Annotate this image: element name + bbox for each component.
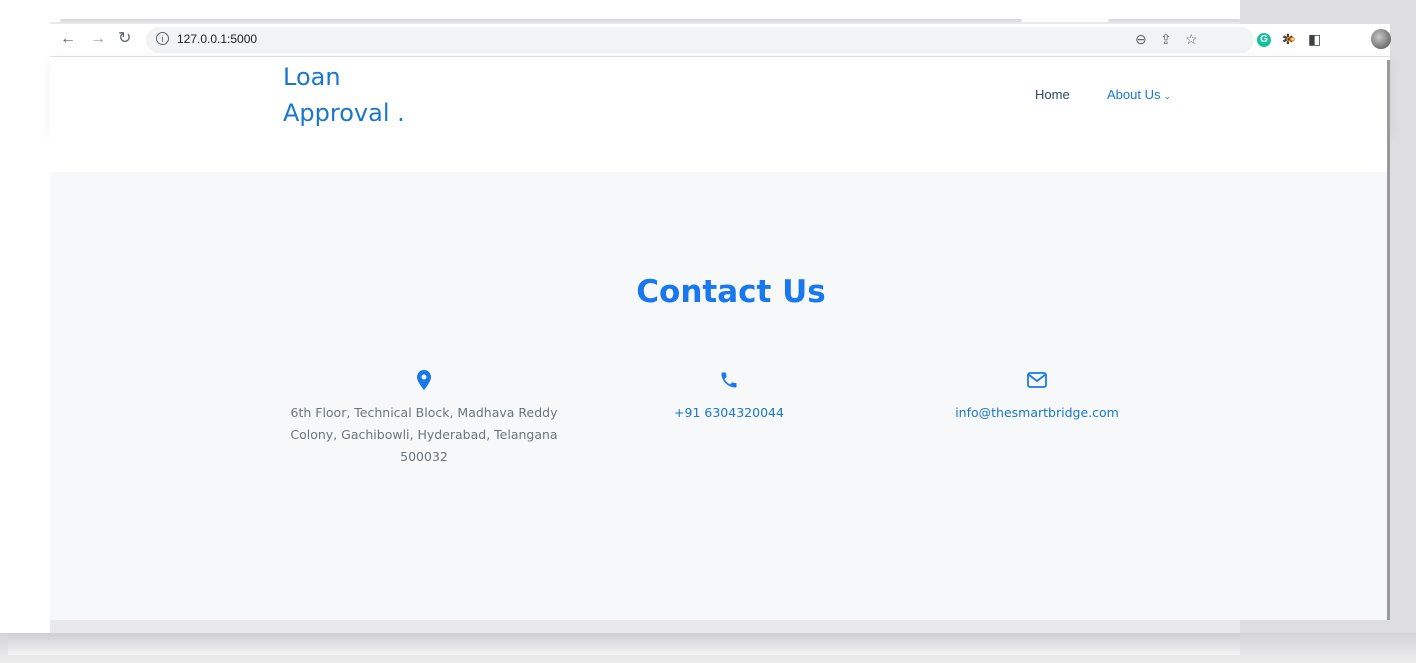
email-block: info@thesmartbridge.com bbox=[897, 368, 1177, 424]
reload-icon[interactable]: ↻ bbox=[118, 28, 131, 50]
phone-block: +91 6304320044 bbox=[589, 368, 869, 424]
contact-section: Contact Us 6th Floor, Technical Block, M… bbox=[50, 172, 1388, 620]
chevron-down-icon: ⌄ bbox=[1163, 91, 1172, 101]
scrollbar[interactable] bbox=[1387, 60, 1390, 620]
forward-arrow-icon[interactable]: → bbox=[90, 28, 106, 50]
grammarly-icon[interactable]: G bbox=[1257, 33, 1271, 47]
tab-strip-indicator bbox=[60, 19, 1022, 22]
zoom-icon[interactable]: ⊖ bbox=[1135, 28, 1147, 50]
header-spacer bbox=[50, 135, 1390, 172]
browser-toolbar: ← → ↻ i 127.0.0.1:5000 ⊖ ⇪ ☆ ✱ ◧ bbox=[50, 24, 1390, 57]
window-bottom-shadow bbox=[8, 633, 1240, 655]
contact-title: Contact Us bbox=[636, 274, 826, 310]
nav-about-label: About Us bbox=[1107, 87, 1161, 102]
window-left-margin bbox=[0, 0, 50, 635]
phone-link[interactable]: +91 6304320044 bbox=[589, 402, 869, 424]
address-bar[interactable]: i 127.0.0.1:5000 bbox=[146, 27, 1254, 53]
site-header: Loan Approval . Home About Us ⌄ bbox=[50, 57, 1390, 135]
site-info-icon[interactable]: i bbox=[156, 32, 169, 45]
bookmark-star-icon[interactable]: ☆ bbox=[1185, 28, 1198, 50]
address-url[interactable]: 127.0.0.1:5000 bbox=[177, 32, 257, 46]
avatar[interactable] bbox=[1371, 29, 1391, 49]
address-text: 6th Floor, Technical Block, Madhava Redd… bbox=[290, 405, 558, 464]
envelope-icon bbox=[897, 368, 1177, 392]
brand-line-2: Approval . bbox=[283, 99, 405, 127]
back-arrow-icon[interactable]: ← bbox=[60, 28, 76, 50]
map-pin-icon bbox=[284, 368, 564, 392]
brand-line-1: Loan bbox=[283, 63, 341, 91]
share-icon[interactable]: ⇪ bbox=[1160, 28, 1172, 50]
nav-about-link[interactable]: About Us ⌄ bbox=[1107, 87, 1171, 102]
extension-icon[interactable]: ∞ bbox=[1286, 31, 1295, 46]
address-block: 6th Floor, Technical Block, Madhava Redd… bbox=[284, 368, 564, 468]
tab-strip-indicator bbox=[1108, 19, 1240, 22]
side-panel-icon[interactable]: ◧ bbox=[1308, 28, 1321, 50]
phone-icon bbox=[589, 368, 869, 392]
brand-logo[interactable]: Loan Approval . bbox=[283, 59, 483, 131]
window-bottom-edge bbox=[0, 633, 1416, 663]
email-link[interactable]: info@thesmartbridge.com bbox=[897, 402, 1177, 424]
nav-home-link[interactable]: Home bbox=[1035, 87, 1070, 102]
